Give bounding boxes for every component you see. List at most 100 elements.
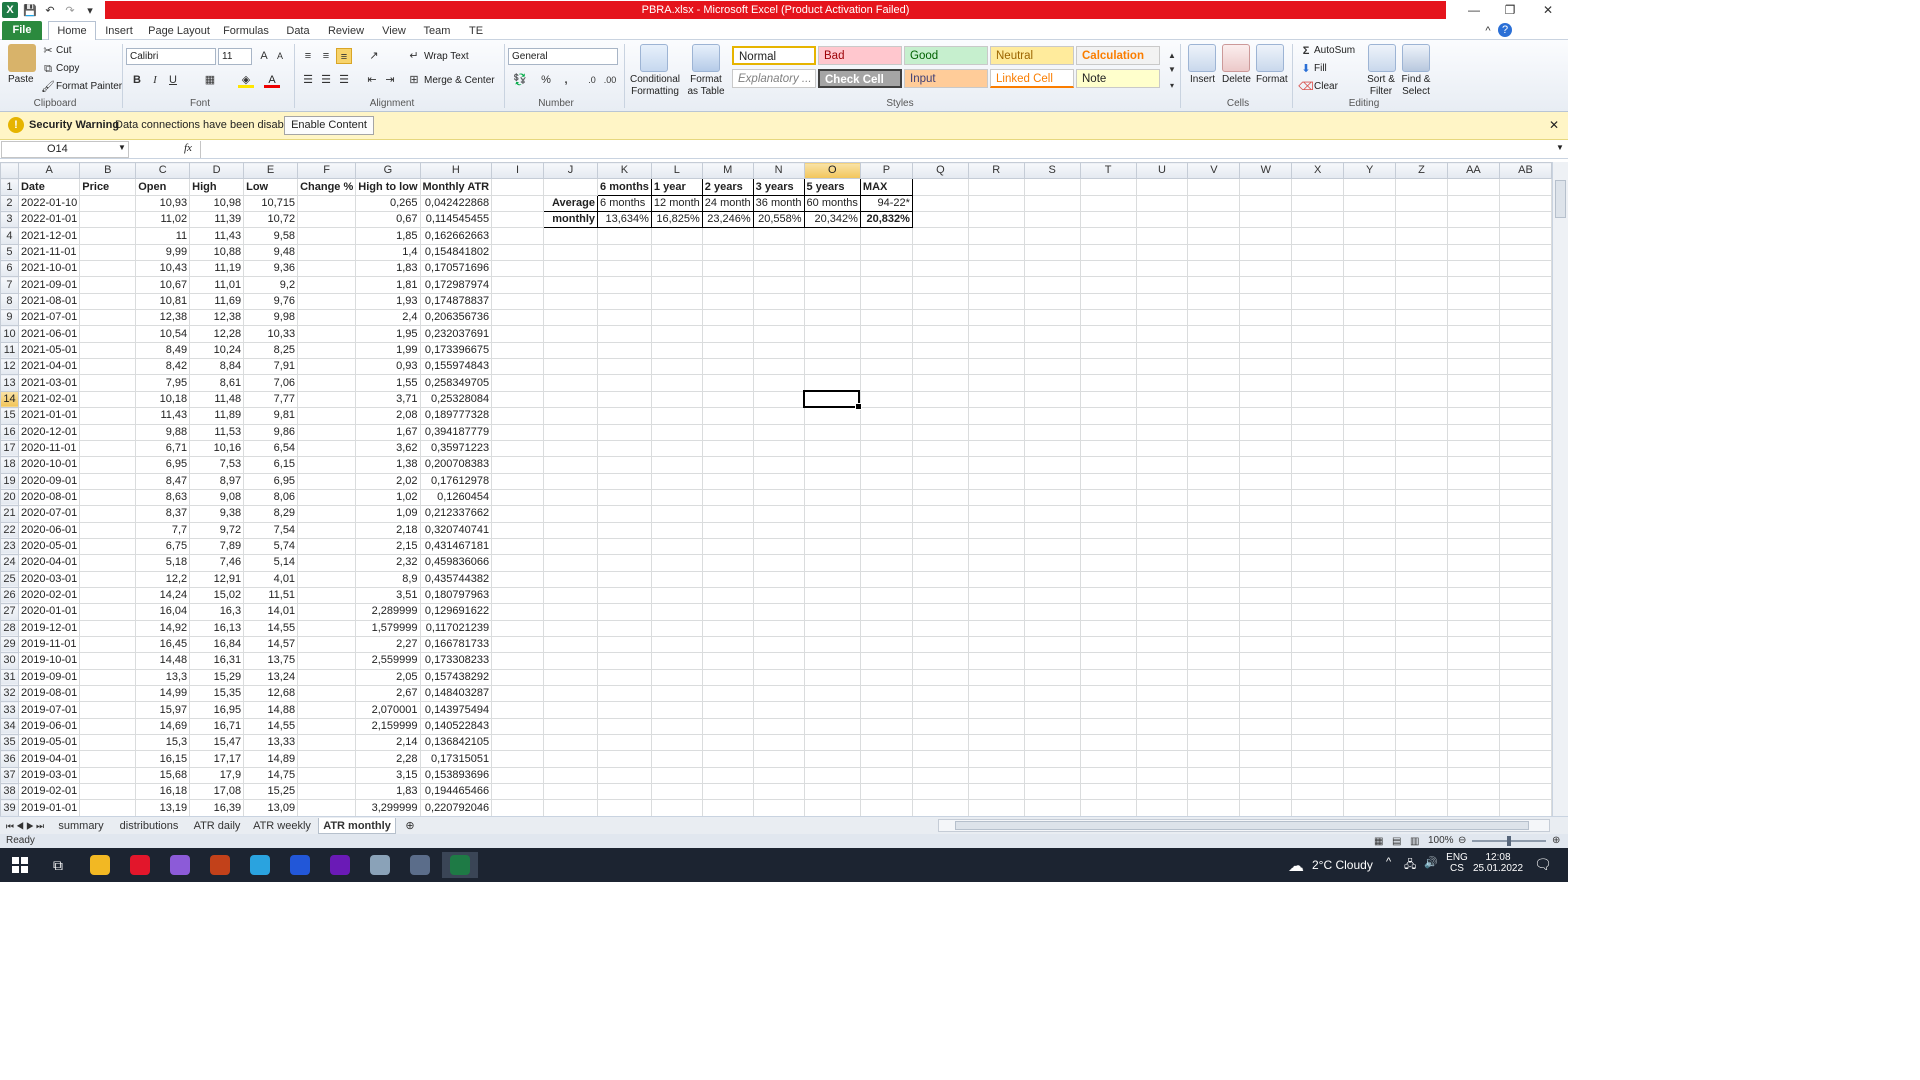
cell-G1[interactable]: High to low (355, 178, 421, 196)
cell-M16[interactable] (701, 423, 754, 441)
cell-M11[interactable] (701, 341, 754, 360)
align-middle-icon[interactable]: ≡ (318, 48, 334, 64)
cell-F8[interactable] (297, 292, 357, 311)
cell-F24[interactable] (297, 554, 357, 572)
cell-AA5[interactable] (1446, 243, 1500, 262)
cell-K24[interactable] (597, 554, 652, 572)
cell-AA29[interactable] (1446, 635, 1500, 654)
cell-J32[interactable] (543, 684, 599, 703)
column-header[interactable]: Y (1343, 162, 1397, 180)
cell-W26[interactable] (1239, 586, 1293, 605)
cell-I23[interactable] (491, 537, 545, 556)
cell-N30[interactable] (752, 652, 805, 670)
cell-C11[interactable]: 8,49 (135, 341, 191, 360)
column-header[interactable]: W (1239, 162, 1293, 180)
cell-F13[interactable] (297, 374, 357, 392)
cell-O26[interactable] (803, 586, 861, 605)
decrease-indent-icon[interactable]: ⇤ (364, 72, 380, 88)
cell-F7[interactable] (297, 276, 357, 294)
cell-Z19[interactable] (1395, 472, 1448, 490)
cell-M18[interactable] (701, 456, 754, 474)
cell-E23[interactable]: 5,74 (243, 537, 299, 556)
cell-X14[interactable] (1291, 390, 1345, 409)
cell-Z27[interactable] (1395, 603, 1448, 621)
cell-Q28[interactable] (911, 619, 969, 637)
cell-W25[interactable] (1239, 570, 1293, 588)
cell-H27[interactable]: 0,129691622 (419, 603, 493, 621)
cell-P31[interactable] (859, 668, 913, 687)
cell-AA23[interactable] (1446, 537, 1500, 556)
cell-X9[interactable] (1291, 309, 1345, 327)
autosum-button[interactable]: AutoSum (1314, 45, 1355, 57)
cell-H36[interactable]: 0,17315051 (419, 750, 493, 768)
cell-T27[interactable] (1079, 603, 1137, 621)
cell-Y15[interactable] (1343, 407, 1397, 425)
cell-J2[interactable]: Average (543, 194, 599, 213)
cell-Q16[interactable] (911, 423, 969, 441)
cell-Z12[interactable] (1395, 358, 1448, 376)
cell-S3[interactable] (1023, 211, 1081, 229)
cell-V4[interactable] (1187, 227, 1241, 245)
taskbar-sniper-icon[interactable] (202, 852, 238, 878)
cell-N14[interactable] (752, 390, 805, 409)
cell-X7[interactable] (1291, 276, 1345, 294)
cell-E6[interactable]: 9,36 (243, 260, 299, 278)
save-icon[interactable]: 💾 (22, 2, 38, 18)
zoom-in-icon[interactable]: ⊕ (1552, 834, 1560, 848)
cell-T28[interactable] (1079, 619, 1137, 637)
cell-AA35[interactable] (1446, 734, 1500, 752)
cell-B22[interactable] (79, 521, 137, 539)
cell-H12[interactable]: 0,155974843 (419, 358, 493, 376)
cell-I21[interactable] (491, 505, 545, 523)
cell-M33[interactable] (701, 701, 754, 719)
cell-X20[interactable] (1291, 488, 1345, 507)
underline-button[interactable]: U (165, 72, 181, 88)
page-break-view-icon[interactable]: ▥ (1410, 835, 1419, 849)
cell-S13[interactable] (1023, 374, 1081, 392)
cell-U10[interactable] (1135, 325, 1189, 343)
cell-H31[interactable]: 0,157438292 (419, 668, 493, 687)
cell-W10[interactable] (1239, 325, 1293, 343)
cell-C16[interactable]: 9,88 (135, 423, 191, 441)
cell-F5[interactable] (297, 243, 357, 262)
cell-K38[interactable] (597, 783, 652, 801)
cell-O33[interactable] (803, 701, 861, 719)
cell-AB3[interactable] (1498, 211, 1552, 229)
customize-qat-icon[interactable]: ▾ (82, 2, 98, 18)
cell-R29[interactable] (967, 635, 1025, 654)
cell-S29[interactable] (1023, 635, 1081, 654)
cut-button[interactable]: Cut (56, 45, 72, 57)
cell-C6[interactable]: 10,43 (135, 260, 191, 278)
cell-Q15[interactable] (911, 407, 969, 425)
cell-O25[interactable] (803, 570, 861, 588)
cell-R11[interactable] (967, 341, 1025, 360)
cell-N1[interactable]: 3 years (752, 178, 805, 196)
cell-G24[interactable]: 2,32 (355, 554, 421, 572)
cell-R36[interactable] (967, 750, 1025, 768)
cell-P3[interactable]: 20,832% (859, 211, 913, 229)
cell-A23[interactable]: 2020-05-01 (17, 537, 81, 556)
cell-E33[interactable]: 14,88 (243, 701, 299, 719)
cell-R10[interactable] (967, 325, 1025, 343)
cell-A25[interactable]: 2020-03-01 (17, 570, 81, 588)
cell-N32[interactable] (752, 684, 805, 703)
cell-Z26[interactable] (1395, 586, 1448, 605)
cell-Q25[interactable] (911, 570, 969, 588)
cell-P38[interactable] (859, 783, 913, 801)
tab-te[interactable]: TE (462, 22, 490, 40)
cell-Q33[interactable] (911, 701, 969, 719)
cell-C27[interactable]: 16,04 (135, 603, 191, 621)
conditional-formatting-icon[interactable] (640, 44, 668, 72)
cell-O18[interactable] (803, 456, 861, 474)
cell-M22[interactable] (701, 521, 754, 539)
cell-F1[interactable]: Change % (297, 178, 357, 196)
cell-U34[interactable] (1135, 717, 1189, 736)
cell-W4[interactable] (1239, 227, 1293, 245)
cell-G5[interactable]: 1,4 (355, 243, 421, 262)
cell-AA24[interactable] (1446, 554, 1500, 572)
cell-G29[interactable]: 2,27 (355, 635, 421, 654)
cell-D23[interactable]: 7,89 (189, 537, 245, 556)
cell-AA34[interactable] (1446, 717, 1500, 736)
cell-I38[interactable] (491, 783, 545, 801)
cell-H9[interactable]: 0,206356736 (419, 309, 493, 327)
